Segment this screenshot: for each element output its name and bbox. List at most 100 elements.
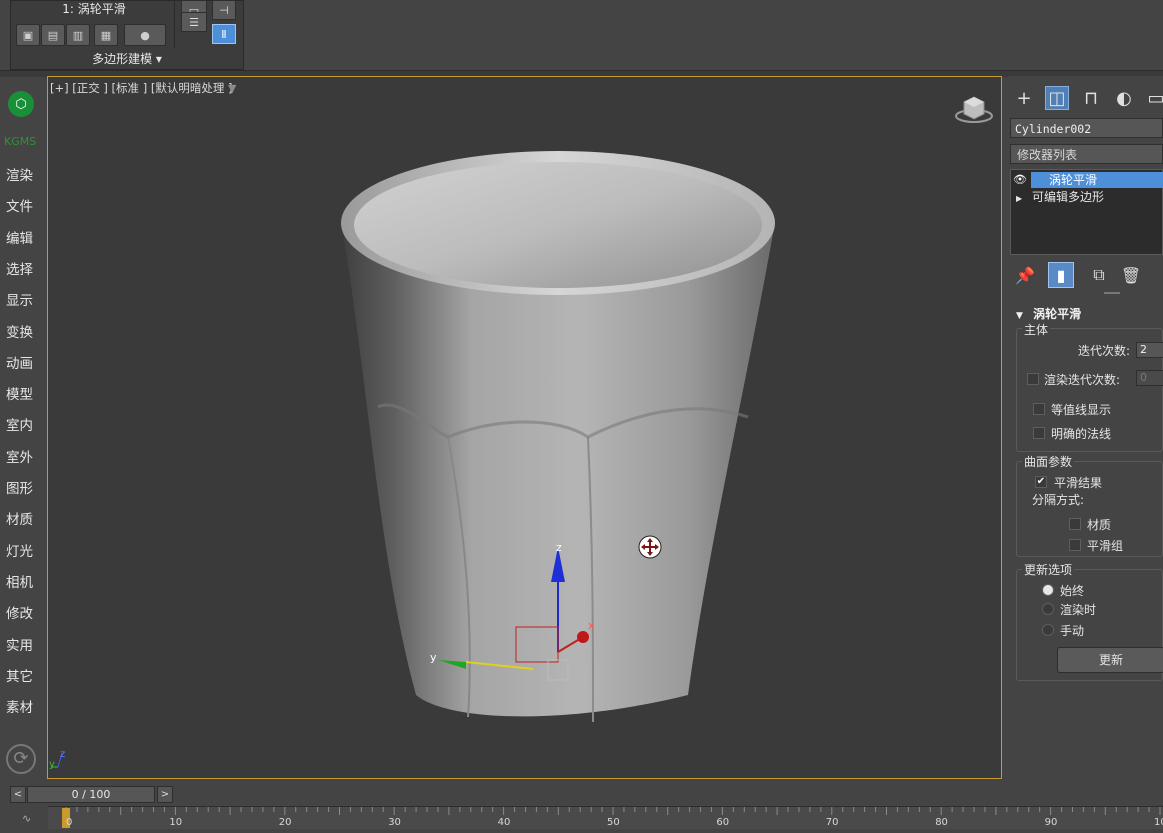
ruler-ticks [65,807,1161,815]
make-unique-icon[interactable]: ⧉ [1086,262,1112,288]
sidebar-item[interactable]: 灯光 [0,540,44,562]
ribbon-divider [174,0,175,48]
hierarchy-tab-icon[interactable]: ⊓ [1079,86,1103,110]
viewcube-icon[interactable] [954,92,994,126]
smooth-result-label: 平滑结果 [1054,476,1103,490]
display-tab-icon[interactable]: ▭ [1144,86,1163,110]
filter-icon[interactable]: ▼ [228,82,240,95]
settings-icon[interactable]: ⟳ [6,744,36,774]
sidebar-item[interactable]: 素材 [0,696,44,718]
sidebar-item[interactable]: 选择 [0,258,44,280]
ribbon-footer[interactable]: 多边形建模 ▾ [10,50,244,68]
tick-label: 60 [716,817,730,828]
main-group-label: 主体 [1022,321,1051,338]
sidebar-item[interactable]: 编辑 [0,227,44,249]
stack-item-editable-poly[interactable]: ▶ 可编辑多边形 [1016,190,1163,204]
sidebar-item[interactable]: 变换 [0,321,44,343]
curve-editor-icon[interactable]: ∿ [22,812,42,826]
tick-label: 30 [388,817,401,828]
render-iters-spinner[interactable]: 0 [1136,370,1163,386]
cup-inner [354,162,762,288]
polygon-modeling-label: 多边形建模 [92,52,153,66]
remove-modifier-icon[interactable]: 🗑 [1118,262,1144,288]
modifier-list-dropdown[interactable]: 修改器列表 [1010,144,1163,164]
sidebar-item[interactable]: 室外 [0,446,44,468]
cup-render: z x y z y [49,151,775,770]
stack-item-turbosmooth[interactable]: 涡轮平滑 [1031,172,1163,188]
track-ruler[interactable] [48,806,1163,829]
ribbon-small-button-2[interactable]: ☰ [181,12,207,32]
smooth-group-label: 平滑组 [1087,539,1124,553]
isoline-label: 等值线显示 [1051,403,1112,417]
separate-by-label: 分隔方式: [1032,493,1085,507]
sidebar-item[interactable]: 图形 [0,477,44,499]
pin-stack-icon[interactable]: 📌 [1012,262,1038,288]
modify-tab-icon[interactable]: ◫ [1045,86,1069,110]
logo-icon: ⬡ [8,91,34,117]
explicit-normals-checkbox[interactable] [1033,427,1045,439]
corner-y-label: y [49,759,55,770]
collapse-arrow-icon: ▼ [1016,311,1023,321]
time-slider[interactable]: 0 / 100 [27,786,155,803]
tick-label: 40 [497,817,511,828]
viewport[interactable]: z x y z y [47,76,1002,779]
motion-tab-icon[interactable]: ◐ [1112,86,1136,110]
sidebar-item[interactable]: 室内 [0,414,44,436]
expand-arrow-icon[interactable]: ▶ [1016,194,1022,203]
sidebar-item[interactable]: 文件 [0,195,44,217]
border-mode-button[interactable]: ▥ [66,24,90,46]
move-cursor-icon [638,535,662,559]
next-frame-button[interactable]: > [157,786,173,803]
render-iters-checkbox[interactable] [1027,373,1039,385]
object-name-field[interactable]: Cylinder002 [1010,118,1163,138]
tick-label: 0 [66,817,73,828]
sidebar-item[interactable]: 模型 [0,383,44,405]
prev-frame-button[interactable]: < [10,786,26,803]
isoline-checkbox[interactable] [1033,403,1045,415]
corner-z-label: z [60,749,65,760]
smooth-group-checkbox[interactable] [1069,539,1081,551]
render-iters-label: 渲染迭代次数: [1044,373,1121,387]
surface-group-label: 曲面参数 [1022,453,1075,470]
tick-label: 70 [825,817,839,828]
rollout-title: 涡轮平滑 [1033,307,1082,321]
rollout-header[interactable]: ▼ 涡轮平滑 [1016,305,1081,322]
gizmo-x-label: x [588,619,595,632]
show-end-result-icon[interactable]: ▮ [1048,262,1074,288]
splitter[interactable] [1104,292,1120,294]
gizmo-z-label: z [556,541,562,554]
when-rendering-radio[interactable] [1042,603,1054,615]
show-end-result-button[interactable]: Ⅱ [212,24,236,44]
sidebar-item[interactable]: 渲染 [0,164,44,186]
edge-mode-button[interactable]: ▤ [41,24,65,46]
always-radio[interactable] [1042,584,1054,596]
pin-stack-button[interactable]: ⊣ [212,0,236,20]
viewport-label[interactable]: [+] [正交 ] [标准 ] [默认明暗处理 ] [50,80,232,96]
sidebar-item[interactable]: 材质 [0,508,44,530]
update-button[interactable]: 更新 [1057,647,1163,673]
sidebar-item[interactable]: 显示 [0,289,44,311]
ribbon-title: 1: 涡轮平滑 [62,2,126,16]
tick-label: 20 [278,817,292,828]
explicit-normals-label: 明确的法线 [1051,427,1112,441]
stack-item-label: 可编辑多边形 [1031,190,1104,204]
manual-label: 手动 [1060,624,1085,638]
iterations-label: 迭代次数: [1078,344,1131,358]
vertex-mode-button[interactable]: ▣ [16,24,40,46]
tick-label: 80 [935,817,948,828]
tick-label: 10 [1154,817,1163,828]
sidebar-item[interactable]: 其它 [0,665,44,687]
eye-icon[interactable]: 👁 [1013,174,1029,186]
tick-label: 50 [607,817,620,828]
polygon-mode-button[interactable]: ▦ [94,24,118,46]
smooth-result-checkbox[interactable]: ✔ [1035,476,1047,488]
iterations-spinner[interactable]: 2 [1136,342,1163,358]
sidebar-item[interactable]: 修改 [0,602,44,624]
material-checkbox[interactable] [1069,518,1081,530]
sidebar-item[interactable]: 相机 [0,571,44,593]
sidebar-item[interactable]: 动画 [0,352,44,374]
manual-radio[interactable] [1042,624,1054,636]
sidebar-item[interactable]: 实用 [0,634,44,656]
create-tab-icon[interactable]: + [1012,86,1036,110]
element-mode-button[interactable]: ● [124,24,166,46]
